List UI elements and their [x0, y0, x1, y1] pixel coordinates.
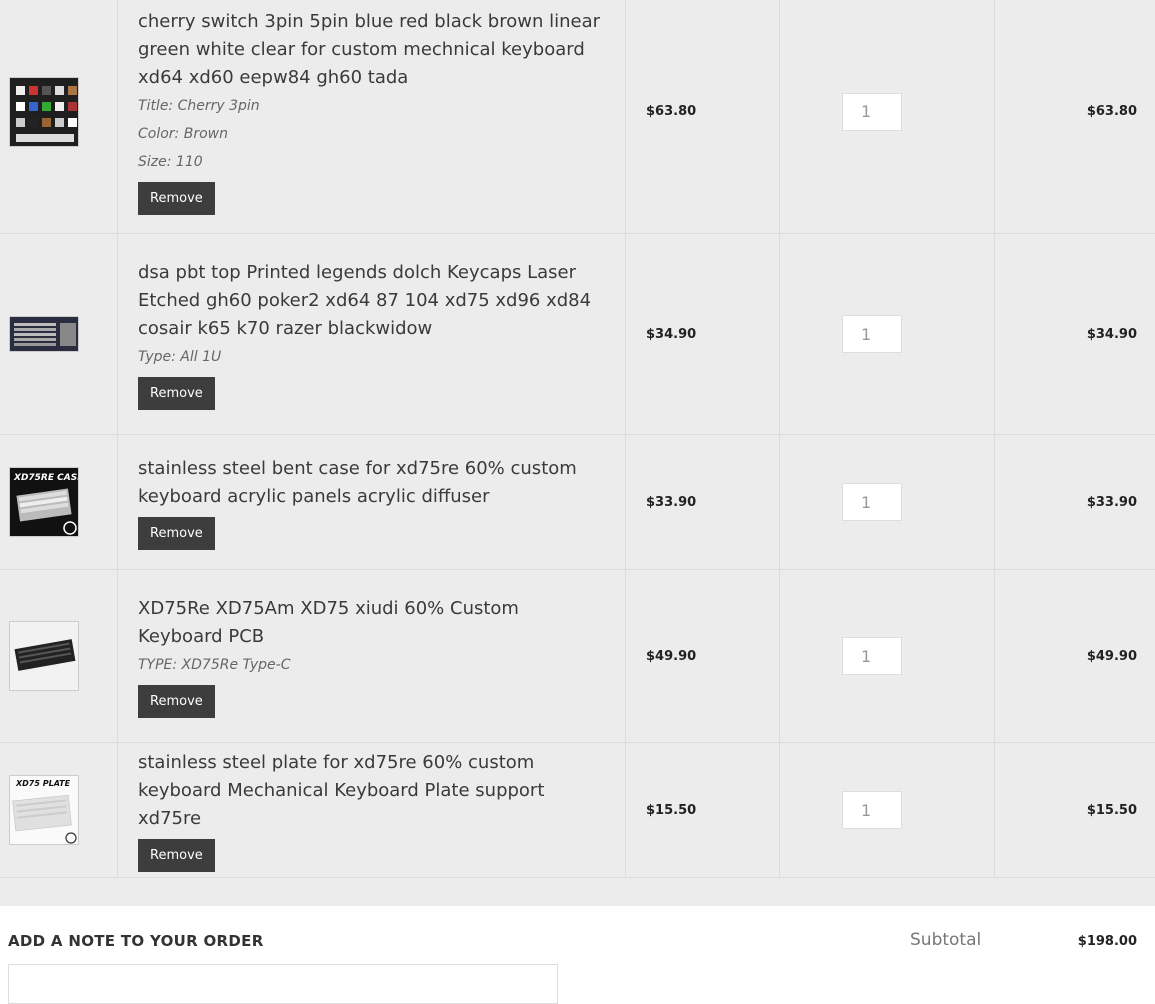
unit-price: $15.50	[626, 743, 780, 877]
cart-footer: ADD A NOTE TO YOUR ORDER Subtotal $198.0…	[0, 906, 1155, 1004]
cart-row: dsa pbt top Printed legends dolch Keycap…	[0, 234, 1155, 435]
table-bottom-spacer	[0, 878, 1155, 906]
order-note-label: ADD A NOTE TO YOUR ORDER	[8, 932, 264, 950]
product-image-cell	[0, 570, 118, 742]
quantity-input[interactable]	[842, 791, 902, 829]
unit-price: $33.90	[626, 435, 780, 569]
product-image-cell: XD75RE CASE	[0, 435, 118, 569]
subtotal-value: $198.00	[1077, 934, 1137, 949]
subtotal-label: Subtotal	[910, 930, 982, 950]
cart-row: cherry switch 3pin 5pin blue red black b…	[0, 0, 1155, 234]
quantity-cell	[780, 570, 995, 742]
cart-table: cherry switch 3pin 5pin blue red black b…	[0, 0, 1155, 906]
variant-color: Color: Brown	[138, 126, 228, 142]
line-total: $33.90	[1086, 494, 1137, 510]
line-total: $34.90	[1086, 326, 1137, 342]
product-title[interactable]: stainless steel plate for xd75re 60% cus…	[138, 749, 609, 833]
unit-price: $63.80	[626, 0, 780, 233]
quantity-cell	[780, 743, 995, 877]
quantity-cell	[780, 0, 995, 233]
quantity-input[interactable]	[842, 483, 902, 521]
line-total: $49.90	[1086, 648, 1137, 664]
product-image[interactable]: XD75RE CASE	[9, 467, 79, 537]
product-info-cell: stainless steel plate for xd75re 60% cus…	[118, 743, 626, 877]
quantity-input[interactable]	[842, 637, 902, 675]
quantity-cell	[780, 234, 995, 434]
remove-button[interactable]: Remove	[138, 516, 215, 550]
unit-price: $49.90	[626, 570, 780, 742]
product-image-cell	[0, 234, 118, 434]
product-image[interactable]	[9, 316, 79, 352]
variant-type: Type: All 1U	[138, 348, 222, 365]
variant-size: Size: 110	[138, 154, 203, 170]
product-image-cell: XD75 PLATE	[0, 743, 118, 877]
product-info-cell: stainless steel bent case for xd75re 60%…	[118, 435, 626, 569]
product-title[interactable]: cherry switch 3pin 5pin blue red black b…	[138, 8, 609, 92]
product-image[interactable]	[9, 621, 79, 691]
remove-button[interactable]: Remove	[138, 182, 215, 215]
product-image-cell	[0, 0, 118, 233]
line-total: $63.80	[1086, 104, 1137, 119]
cart-row: XD75Re XD75Am XD75 xiudi 60% Custom Keyb…	[0, 570, 1155, 743]
quantity-input[interactable]	[842, 315, 902, 353]
remove-button[interactable]: Remove	[138, 376, 215, 410]
product-info-cell: XD75Re XD75Am XD75 xiudi 60% Custom Keyb…	[118, 570, 626, 742]
unit-price: $34.90	[626, 234, 780, 434]
line-total: $15.50	[1086, 802, 1137, 818]
remove-button[interactable]: Remove	[138, 684, 215, 718]
product-title[interactable]: dsa pbt top Printed legends dolch Keycap…	[138, 259, 609, 343]
cart-row: XD75 PLATE stainless steel plate for xd7…	[0, 743, 1155, 878]
product-image-label: XD75RE CASE	[13, 473, 79, 483]
quantity-cell	[780, 435, 995, 569]
product-title[interactable]: stainless steel bent case for xd75re 60%…	[138, 455, 609, 511]
remove-button[interactable]: Remove	[138, 838, 215, 872]
product-info-cell: cherry switch 3pin 5pin blue red black b…	[118, 0, 626, 233]
product-image[interactable]	[9, 76, 79, 147]
cart-row: XD75RE CASE stainless steel bent case fo…	[0, 435, 1155, 570]
quantity-input[interactable]	[842, 92, 902, 131]
product-info-cell: dsa pbt top Printed legends dolch Keycap…	[118, 234, 626, 434]
order-note-textarea[interactable]	[8, 964, 558, 1004]
variant-type: TYPE: XD75Re Type-C	[138, 656, 291, 673]
product-image[interactable]: XD75 PLATE	[9, 775, 79, 845]
variant-title: Title: Cherry 3pin	[138, 98, 260, 114]
product-title[interactable]: XD75Re XD75Am XD75 xiudi 60% Custom Keyb…	[138, 595, 609, 651]
product-image-label: XD75 PLATE	[15, 779, 71, 788]
